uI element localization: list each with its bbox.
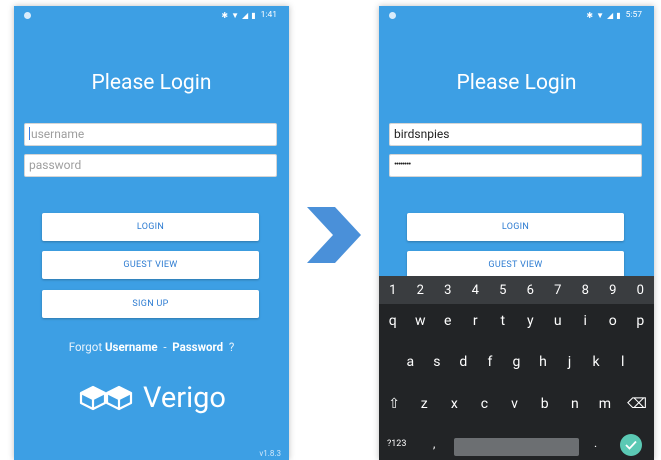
key-j[interactable]: j [562,354,578,370]
key-u[interactable]: u [550,313,566,329]
key-a[interactable]: a [402,354,418,370]
forgot-suffix: ? [228,340,235,354]
wifi-icon: ▼ [596,10,605,20]
key-6[interactable]: 6 [522,283,538,298]
key-b[interactable]: b [537,396,553,412]
key-1[interactable]: 1 [385,283,401,298]
next-arrow-icon [307,207,361,263]
wifi-icon: ▼ [231,10,240,20]
key-4[interactable]: 4 [467,283,483,298]
status-bar: ✱ ▼ ◢ ▮ 1:41 [14,6,289,28]
guest-view-button[interactable]: GUEST VIEW [407,251,624,279]
key-i[interactable]: i [577,313,593,329]
page-title: Please Login [91,71,212,95]
page-title: Please Login [456,71,577,95]
login-button[interactable]: LOGIN [42,213,259,241]
forgot-credentials: Forgot Username - Password ? [14,340,289,354]
space-key[interactable] [454,438,579,456]
forgot-username-link[interactable]: Username [105,340,158,354]
sign-up-button[interactable]: SIGN UP [42,290,259,318]
status-bar: ✱ ▼ ◢ ▮ 5:57 [379,6,654,28]
keyboard-bottom-row: ?123 , . [379,431,654,460]
key-q[interactable]: q [385,313,401,329]
password-input[interactable]: •••••••• [389,154,642,177]
symbols-key[interactable]: ?123 [387,439,406,449]
key-v[interactable]: v [507,396,523,412]
version-label: v1.8.3 [259,449,281,458]
key-m[interactable]: m [597,396,613,412]
key-o[interactable]: o [605,313,621,329]
login-screen-after: ✱ ▼ ◢ ▮ 5:57 Please Login birdsnpies •••… [379,6,654,460]
login-screen-before: ✱ ▼ ◢ ▮ 1:41 Please Login username passw… [14,6,289,460]
signal-icon: ◢ [242,10,249,20]
key-y[interactable]: y [522,313,538,329]
key-f[interactable]: f [482,354,498,370]
soft-keyboard: 1 2 3 4 5 6 7 8 9 0 q w e r t y u i o p … [379,276,654,460]
forgot-prefix: Forgot [68,340,103,354]
key-n[interactable]: n [567,396,583,412]
username-input[interactable]: username [24,123,277,146]
notification-dot-icon [24,12,31,19]
key-2[interactable]: 2 [412,283,428,298]
verigo-logo-icon [79,385,133,411]
shift-icon[interactable]: ⇧ [386,396,402,412]
forgot-password-link[interactable]: Password [172,340,223,354]
battery-icon: ▮ [616,10,621,20]
keyboard-number-row: 1 2 3 4 5 6 7 8 9 0 [379,276,654,304]
key-s[interactable]: s [429,354,445,370]
password-placeholder: password [29,158,82,172]
key-h[interactable]: h [535,354,551,370]
key-7[interactable]: 7 [550,283,566,298]
key-t[interactable]: t [495,313,511,329]
key-x[interactable]: x [446,396,462,412]
bluetooth-icon: ✱ [221,10,229,20]
login-button[interactable]: LOGIN [407,213,624,241]
keyboard-row-1: q w e r t y u i o p [379,313,654,329]
key-e[interactable]: e [440,313,456,329]
guest-view-button[interactable]: GUEST VIEW [42,251,259,279]
key-d[interactable]: d [455,354,471,370]
text-caret [29,127,30,140]
key-8[interactable]: 8 [577,283,593,298]
status-time: 5:57 [625,10,642,20]
key-z[interactable]: z [416,396,432,412]
key-r[interactable]: r [467,313,483,329]
key-c[interactable]: c [476,396,492,412]
check-icon [625,440,637,450]
username-placeholder: username [31,127,85,141]
username-input[interactable]: birdsnpies [389,123,642,146]
keyboard-row-2: a s d f g h j k l [379,354,654,370]
bluetooth-icon: ✱ [586,10,594,20]
key-l[interactable]: l [615,354,631,370]
key-3[interactable]: 3 [440,283,456,298]
brand-name: Verigo [143,381,226,415]
backspace-icon[interactable]: ⌫ [627,396,647,412]
key-0[interactable]: 0 [632,283,648,298]
key-g[interactable]: g [508,354,524,370]
key-p[interactable]: p [632,313,648,329]
key-k[interactable]: k [588,354,604,370]
status-time: 1:41 [260,10,277,20]
comma-key[interactable]: , [433,437,435,451]
password-input[interactable]: password [24,154,277,177]
key-5[interactable]: 5 [495,283,511,298]
notification-dot-icon [389,12,396,19]
key-9[interactable]: 9 [605,283,621,298]
period-key[interactable]: . [594,436,597,450]
brand: Verigo [14,381,289,415]
signal-icon: ◢ [607,10,614,20]
keyboard-row-3: ⇧ z x c v b n m ⌫ [379,396,654,412]
key-w[interactable]: w [412,313,428,329]
forgot-separator: - [163,340,167,354]
enter-key[interactable] [620,434,642,456]
battery-icon: ▮ [251,10,256,20]
